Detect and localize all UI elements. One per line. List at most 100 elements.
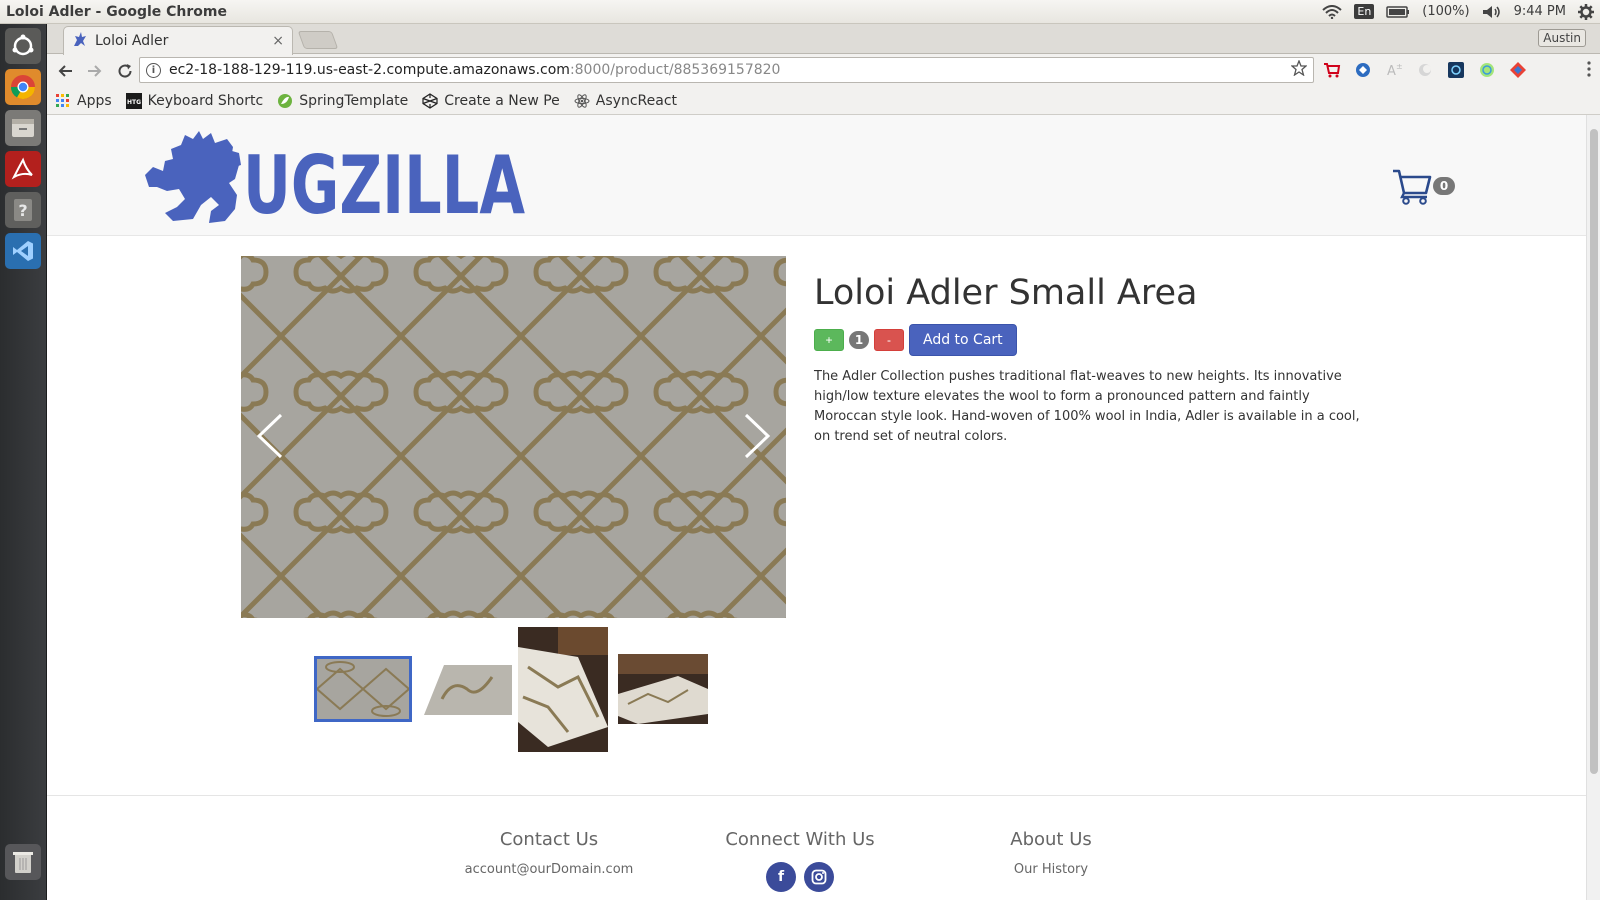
product-description: The Adler Collection pushes traditional …	[814, 369, 1360, 444]
instagram-icon[interactable]	[804, 862, 834, 892]
quantity-controls: + 1 - Add to Cart	[814, 324, 1017, 356]
reload-icon[interactable]	[111, 57, 139, 85]
footer-connect-heading: Connect With Us	[725, 829, 875, 850]
thumbnail-4[interactable]	[618, 654, 708, 724]
browser-menu-icon[interactable]	[1586, 60, 1592, 82]
address-bar[interactable]: i ec2-18-188-129-119.us-east-2.compute.a…	[139, 57, 1314, 83]
rugzilla-logo[interactable]: UGZILLA	[143, 125, 533, 232]
trash-launcher-icon[interactable]	[5, 844, 41, 880]
bookmark-label: AsyncReact	[595, 92, 678, 109]
chrome-launcher-icon[interactable]	[5, 69, 41, 105]
thumbnail-2[interactable]	[422, 659, 512, 719]
site-info-icon[interactable]: i	[146, 62, 161, 78]
svg-text:A: A	[1387, 64, 1396, 79]
clock[interactable]: 9:44 PM	[1514, 4, 1566, 19]
pdf-reader-launcher-icon[interactable]	[5, 151, 41, 187]
footer-connect: Connect With Us f	[707, 829, 893, 892]
grey-extension-icon[interactable]	[1416, 61, 1434, 83]
increase-quantity-button[interactable]: +	[814, 329, 844, 351]
decrease-quantity-button[interactable]: -	[874, 329, 904, 351]
vscode-launcher-icon[interactable]	[5, 233, 41, 269]
cart-count-badge: 0	[1433, 177, 1455, 195]
product-image-carousel[interactable]	[241, 256, 786, 618]
ubuntu-launcher: ?	[0, 24, 47, 900]
footer-about-heading: About Us	[1010, 829, 1092, 850]
social-links: f	[707, 862, 893, 892]
godzilla-favicon-icon	[72, 31, 88, 51]
react-icon	[574, 93, 590, 109]
ubuntu-dash-icon[interactable]	[5, 28, 41, 64]
extensions-area: A ±	[1323, 61, 1527, 83]
keyboard-language-indicator[interactable]: En	[1354, 4, 1375, 19]
spring-icon	[277, 93, 293, 109]
blue-circle-extension-icon[interactable]	[1354, 61, 1372, 83]
quantity-badge: 1	[849, 331, 869, 349]
bookmark-label: Create a New Pe	[444, 92, 560, 109]
svg-text:?: ?	[18, 201, 27, 220]
bookmark-spring-template[interactable]: SpringTemplate	[277, 93, 408, 109]
scrollbar-thumb[interactable]	[1590, 129, 1598, 774]
window-title: Loloi Adler - Google Chrome	[6, 3, 228, 20]
footer-contact: Contact Us account@ourDomain.com	[451, 829, 647, 877]
browser-chrome: Loloi Adler × Austin i ec2-18-188-129-11…	[47, 24, 1600, 115]
carousel-prev-chevron-icon[interactable]	[245, 406, 295, 466]
bookmark-async-react[interactable]: AsyncReact	[574, 93, 677, 109]
os-indicators: En (100%) 9:44 PM	[1322, 3, 1594, 20]
url-path: :8000/product/885369157820	[569, 62, 781, 78]
volume-icon[interactable]	[1482, 5, 1502, 19]
bookmark-apps[interactable]: Apps	[55, 93, 112, 109]
font-extension-icon[interactable]: A ±	[1385, 61, 1403, 83]
back-arrow-icon[interactable]	[51, 57, 79, 85]
wifi-icon[interactable]	[1322, 4, 1343, 19]
tab-title: Loloi Adler	[95, 33, 169, 49]
svg-text:UGZILLA: UGZILLA	[243, 139, 525, 225]
colorful-extension-icon[interactable]	[1509, 61, 1527, 83]
bookmark-label: Keyboard Shortc	[147, 92, 264, 109]
facebook-icon[interactable]: f	[766, 862, 796, 892]
os-top-panel: Loloi Adler - Google Chrome En (100%) 9:…	[0, 0, 1600, 24]
thumbnail-3[interactable]	[518, 627, 608, 752]
browser-tab-active[interactable]: Loloi Adler ×	[63, 26, 293, 55]
bookmark-label: SpringTemplate	[299, 92, 409, 109]
codepen-icon	[422, 92, 438, 109]
tab-close-icon[interactable]: ×	[272, 33, 284, 49]
add-to-cart-button[interactable]: Add to Cart	[909, 324, 1017, 356]
bookmark-label: Apps	[77, 92, 112, 109]
forward-arrow-icon[interactable]	[81, 57, 109, 85]
bookmark-star-icon[interactable]	[1290, 59, 1308, 80]
godzilla-logo-icon	[145, 131, 241, 223]
thumbnail-1-selected[interactable]	[314, 656, 412, 722]
footer-our-history-link[interactable]: Our History	[991, 862, 1111, 877]
footer-contact-email[interactable]: account@ourDomain.com	[451, 862, 647, 877]
files-launcher-icon[interactable]	[5, 110, 41, 146]
bookmark-codepen[interactable]: Create a New Pe	[422, 93, 560, 109]
product-title: Loloi Adler Small Area	[814, 273, 1198, 313]
footer-about: About Us Our History	[991, 829, 1111, 877]
svg-text:±: ±	[1396, 62, 1403, 71]
battery-icon[interactable]	[1386, 5, 1410, 18]
dark-square-extension-icon[interactable]	[1447, 61, 1465, 83]
svg-text:HTG: HTG	[127, 99, 141, 106]
apps-grid-icon	[55, 93, 71, 109]
battery-percentage: (100%)	[1422, 4, 1470, 19]
shopping-cart-icon[interactable]	[1392, 167, 1432, 209]
url-host: ec2-18-188-129-119.us-east-2.compute.ama…	[169, 62, 570, 78]
bookmarks-bar: Apps HTG Keyboard Shortc SpringTemplate …	[47, 87, 1600, 115]
browser-toolbar: i ec2-18-188-129-119.us-east-2.compute.a…	[47, 55, 1600, 87]
bookmark-keyboard-shortcuts[interactable]: HTG Keyboard Shortc	[125, 92, 264, 109]
footer-divider	[47, 795, 1586, 796]
site-header: UGZILLA 0	[47, 115, 1586, 236]
shopping-cart-extension-icon[interactable]	[1323, 61, 1341, 83]
footer-contact-heading: Contact Us	[499, 829, 599, 850]
tab-strip: Loloi Adler × Austin	[47, 24, 1600, 55]
rug-main-image	[241, 256, 786, 618]
settings-gear-icon[interactable]	[1578, 3, 1594, 20]
new-tab-button[interactable]	[297, 31, 339, 49]
carousel-next-chevron-icon[interactable]	[732, 406, 782, 466]
htg-icon: HTG	[125, 92, 142, 109]
page-scrollbar[interactable]	[1586, 115, 1600, 900]
help-launcher-icon[interactable]: ?	[5, 192, 41, 228]
profile-button[interactable]: Austin	[1538, 29, 1586, 47]
page-viewport: UGZILLA 0 Loloi Adler Small Area + 1 - A…	[47, 115, 1600, 900]
react-devtools-extension-icon[interactable]	[1478, 61, 1496, 83]
